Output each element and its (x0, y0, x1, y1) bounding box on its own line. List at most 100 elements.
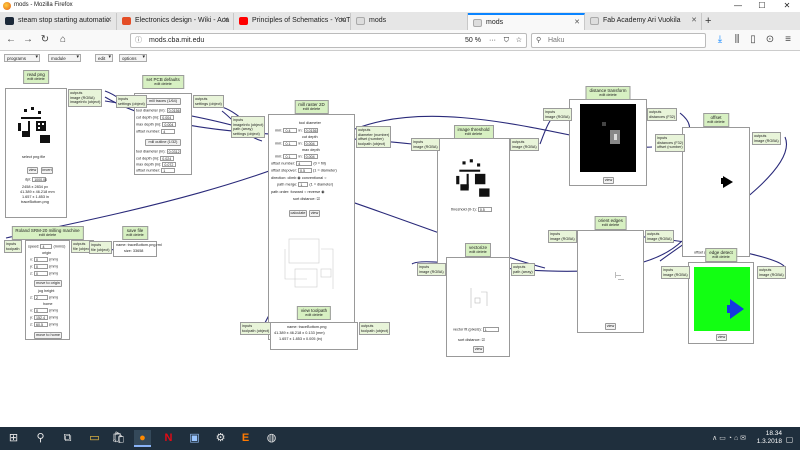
module-roland-srm20[interactable]: Roland SRM-20 milling machine edit delet… (4, 226, 94, 340)
module-header[interactable]: offset edit delete (703, 113, 729, 127)
tab-close-icon[interactable]: ✕ (106, 13, 112, 29)
module-offset[interactable]: offset edit delete offset (pixels): 98.4… (655, 113, 781, 257)
orient-edges-outputs[interactable]: outputs image (RGBA) (645, 230, 674, 243)
sidebar-icon[interactable]: ▯ (746, 33, 760, 47)
path-merge-input[interactable]: 1 (298, 182, 309, 187)
read-png-outputs[interactable]: outputs image (RGBA) imageInfo (object) (68, 89, 103, 107)
module-set-pcb-defaults[interactable]: set PCB defaults edit delete mill traces… (116, 75, 224, 175)
forward-icon[interactable]: → (21, 33, 35, 47)
set-pcb-outputs[interactable]: outputs settings (object) (193, 95, 224, 108)
tab-mods-active[interactable]: mods ✕ (468, 13, 585, 30)
climb-radio[interactable]: ◉ (297, 176, 300, 180)
edit-delete-link[interactable]: edit delete (709, 255, 733, 260)
offset-number-input[interactable]: 1 (161, 168, 176, 173)
module-header[interactable]: read png edit delete (23, 70, 49, 84)
camera-icon[interactable]: ▣ (186, 430, 203, 447)
new-tab-icon[interactable]: + (705, 13, 711, 29)
module-header[interactable]: vectorize edit delete (464, 243, 492, 257)
module-distance-transform[interactable]: distance transform edit delete view inpu… (543, 86, 678, 186)
minimize-button[interactable]: — (727, 0, 749, 12)
module-save-file[interactable]: save file edit delete name: traceBottom.… (89, 226, 162, 257)
tool-diameter-in-input[interactable]: 0.0156 (303, 128, 318, 133)
module-view-toolpath[interactable]: view toolpath edit delete name: traceBot… (240, 306, 391, 350)
module-header[interactable]: edge detect edit delete (705, 248, 737, 262)
netflix-icon[interactable]: N (160, 430, 177, 447)
edit-delete-link[interactable]: edit delete (457, 132, 489, 137)
reader-icon[interactable]: ⊙ (763, 33, 777, 47)
module-header[interactable]: save file edit delete (122, 226, 148, 240)
system-tray[interactable]: ∧ ▭ ◔ ⌂ ✉ (712, 434, 746, 442)
home-y-input[interactable]: 152.4 (34, 315, 49, 320)
edit-delete-link[interactable]: edit delete (27, 77, 45, 82)
tab-close-icon[interactable]: ✕ (223, 13, 229, 29)
view-button[interactable]: view (473, 346, 484, 353)
taskbar-clock[interactable]: 18.34 1.3.2018 (757, 430, 782, 446)
edit-delete-link[interactable]: edit delete (469, 250, 487, 255)
offset-stepover-input[interactable]: 0.5 (297, 168, 312, 173)
cut-depth-mm-input[interactable]: 0.1 (283, 141, 298, 146)
module-orient-edges[interactable]: orient edges edit delete view inputs ima… (548, 216, 674, 333)
vectorize-outputs[interactable]: outputs path (array) (511, 263, 535, 276)
origin-x-input[interactable]: 0 (34, 257, 49, 262)
search-icon[interactable]: ⚲ (32, 430, 49, 447)
view-button[interactable]: view (605, 323, 616, 330)
module-header[interactable]: set PCB defaults edit delete (142, 75, 184, 89)
threshold-input[interactable]: 0.5 (477, 207, 492, 212)
edit-delete-link[interactable]: edit delete (298, 107, 325, 112)
edit-delete-link[interactable]: edit delete (598, 223, 623, 228)
calculate-button[interactable]: calculate (289, 210, 307, 217)
tab-close-icon[interactable]: ✕ (340, 13, 346, 29)
origin-z-input[interactable]: 0 (34, 271, 49, 276)
bookmark-star-icon[interactable]: ☆ (516, 34, 522, 47)
pocket-icon[interactable]: ⛉ (504, 34, 509, 47)
module-header[interactable]: distance transform edit delete (585, 86, 631, 100)
tab-mods-1[interactable]: mods (351, 13, 468, 30)
edit-delete-link[interactable]: edit delete (707, 120, 725, 125)
edit-delete-link[interactable]: edit delete (15, 233, 79, 238)
move-to-origin-button[interactable]: move to origin (34, 280, 62, 287)
vector-fit-input[interactable]: 1 (482, 327, 499, 332)
forward-radio[interactable]: ○ (304, 190, 306, 194)
info-icon[interactable]: ⓘ (135, 34, 142, 47)
tab-electronics-design[interactable]: Electronics design - Wiki - Aca ✕ (117, 13, 234, 30)
edit-delete-link[interactable]: edit delete (146, 82, 180, 87)
view-toolpath-inputs[interactable]: inputs toolpath (object) (240, 322, 272, 335)
image-threshold-outputs[interactable]: outputs image (RGBA) (510, 138, 539, 151)
sort-distance-checkbox[interactable]: ☑ (317, 197, 320, 201)
editor-e-icon[interactable]: E (237, 430, 254, 447)
maximize-button[interactable]: ☐ (751, 0, 773, 12)
file-explorer-icon[interactable]: ▭ (86, 430, 103, 447)
search-input[interactable]: ⚲ Haku (531, 33, 706, 48)
edge-detect-inputs[interactable]: inputs image (RGBA) (661, 266, 690, 279)
cut-depth-in-input[interactable]: 0.004 (303, 141, 318, 146)
back-icon[interactable]: ← (4, 33, 18, 47)
tab-youtube[interactable]: Principles of Schematics - YouT ✕ (234, 13, 351, 30)
reload-icon[interactable]: ↻ (38, 33, 52, 47)
page-actions-icon[interactable]: ··· (489, 34, 496, 47)
mods-canvas[interactable]: programs module edit options read png (0, 51, 800, 427)
dpi-input[interactable]: 1000.00 (32, 177, 47, 182)
offset-number-input[interactable]: 4 (296, 161, 313, 166)
tool-diameter-input[interactable]: 0.0156 (166, 108, 181, 113)
store-icon[interactable]: 🛍 (110, 430, 127, 447)
view-button[interactable]: view (27, 167, 38, 174)
module-header[interactable]: mill raster 2D edit delete (294, 100, 329, 114)
library-icon[interactable]: ⫼ (730, 33, 744, 47)
home-icon[interactable]: ⌂ (56, 33, 70, 47)
zoom-level[interactable]: 50 % (465, 34, 481, 47)
offset-number-input[interactable]: 4 (161, 129, 176, 134)
module-vectorize[interactable]: vectorize edit delete vector fit (pixels… (417, 243, 535, 357)
set-pcb-inputs[interactable]: inputs settings (object) (116, 95, 147, 108)
edge-detect-outputs[interactable]: outputs image (RGBA) (757, 266, 786, 279)
jog-height-input[interactable]: 2 (34, 295, 49, 300)
mill-raster-inputs[interactable]: inputs imageInfo (object) path (array) s… (231, 116, 266, 138)
move-to-home-button[interactable]: move to home (34, 332, 62, 339)
settings-gear-icon[interactable]: ⚙ (212, 430, 229, 447)
downloads-icon[interactable]: ⤓ (713, 33, 727, 47)
origin-y-input[interactable]: 0 (34, 264, 49, 269)
close-button[interactable]: ✕ (776, 0, 798, 12)
distance-transform-outputs[interactable]: outputs distances (F32) (647, 108, 678, 121)
tab-fab-academy[interactable]: Fab Academy Ari Vuokila ✕ (585, 13, 702, 30)
view-toolpath-outputs[interactable]: outputs toolpath (object) (359, 322, 391, 335)
sort-distance-checkbox[interactable]: ☑ (482, 338, 485, 342)
